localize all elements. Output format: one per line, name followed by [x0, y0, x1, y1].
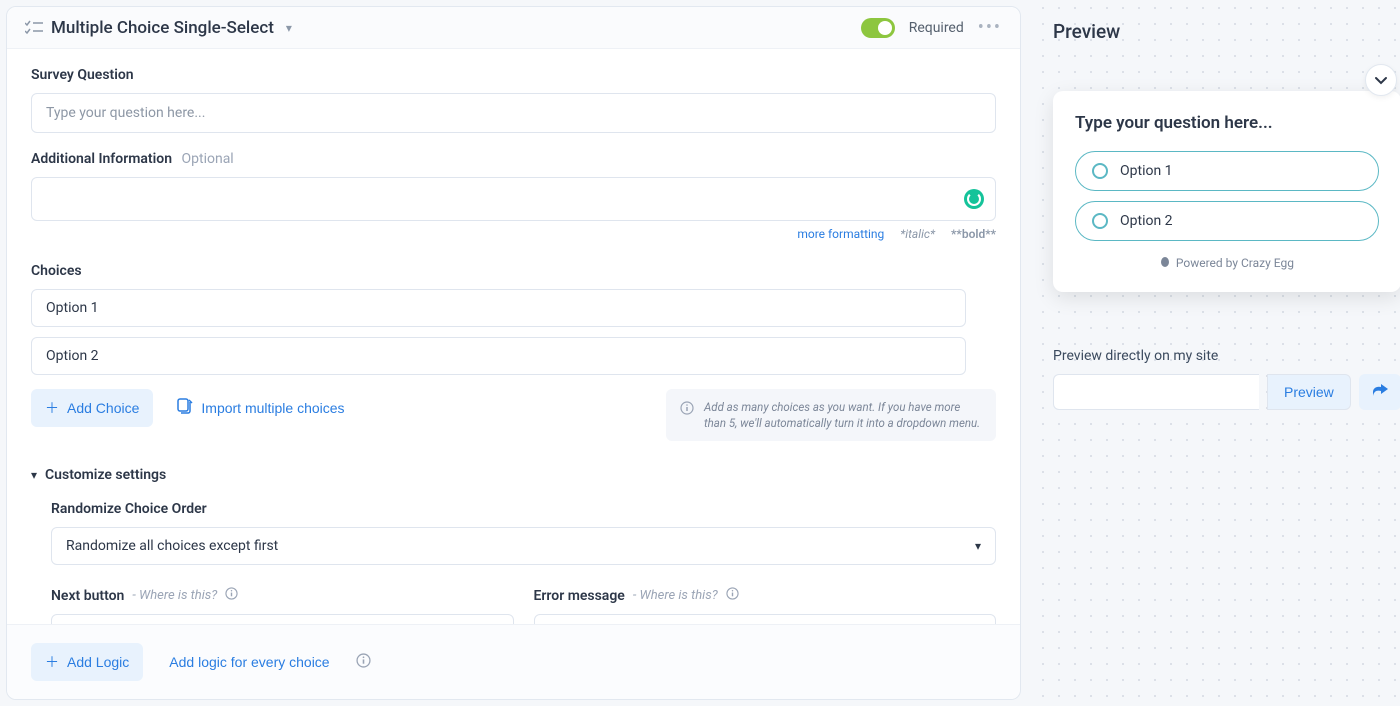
more-formatting-link[interactable]: more formatting — [797, 227, 884, 241]
question-type-title: Multiple Choice Single-Select — [51, 18, 274, 38]
required-label: Required — [909, 20, 964, 36]
share-button[interactable] — [1359, 374, 1400, 410]
site-preview-label: Preview directly on my site — [1053, 348, 1400, 364]
chevron-down-icon: ▾ — [975, 539, 981, 553]
choices-hint-box: Add as many choices as you want. If you … — [666, 389, 996, 441]
preview-option[interactable]: Option 2 — [1075, 201, 1379, 241]
italic-hint: *italic* — [900, 227, 935, 241]
randomize-value: Randomize all choices except first — [66, 538, 278, 554]
info-icon[interactable] — [726, 587, 739, 604]
radio-icon — [1092, 163, 1108, 179]
preview-on-site-button[interactable]: Preview — [1267, 374, 1351, 410]
preview-card: Type your question here... Option 1 Opti… — [1053, 91, 1400, 292]
collapse-preview-button[interactable] — [1365, 64, 1397, 96]
survey-question-input[interactable] — [31, 93, 996, 133]
customize-settings-toggle[interactable]: ▾ Customize settings — [31, 467, 996, 483]
error-message-input[interactable] — [534, 614, 997, 624]
where-is-this-hint: - Where is this? — [132, 588, 217, 603]
import-icon — [177, 398, 193, 417]
editor-panel: Multiple Choice Single-Select ▾ Required… — [6, 6, 1021, 700]
chevron-down-icon — [1374, 73, 1388, 87]
choices-label: Choices — [31, 263, 996, 279]
preview-option[interactable]: Option 1 — [1075, 151, 1379, 191]
add-logic-every-choice-button[interactable]: Add logic for every choice — [165, 645, 333, 679]
more-options-button[interactable]: ••• — [978, 17, 1002, 38]
randomize-dropdown[interactable]: Randomize all choices except first ▾ — [51, 527, 996, 565]
preview-title: Preview — [1053, 20, 1400, 43]
formatting-hints: more formatting *italic* **bold** — [31, 227, 996, 241]
preview-option-label: Option 1 — [1120, 163, 1173, 179]
grammarly-icon — [964, 189, 984, 209]
add-choice-button[interactable]: ＋ Add Choice — [31, 389, 153, 427]
choice-input[interactable] — [31, 337, 966, 375]
chevron-down-icon: ▾ — [286, 21, 292, 35]
choices-hint-text: Add as many choices as you want. If you … — [704, 399, 982, 431]
info-icon — [680, 401, 694, 419]
powered-by: Powered by Crazy Egg — [1075, 255, 1379, 270]
site-url-input[interactable] — [1053, 374, 1259, 410]
where-is-this-hint: - Where is this? — [633, 588, 718, 603]
multiple-choice-icon — [25, 20, 43, 36]
preview-panel: Preview Type your question here... Optio… — [1035, 0, 1400, 706]
choice-input[interactable] — [31, 289, 966, 327]
editor-header: Multiple Choice Single-Select ▾ Required… — [7, 7, 1020, 49]
info-icon[interactable] — [225, 587, 238, 604]
add-logic-button[interactable]: ＋ Add Logic — [31, 643, 143, 681]
plus-icon: ＋ — [45, 398, 59, 418]
preview-question-text: Type your question here... — [1075, 113, 1379, 133]
optional-hint: Optional — [182, 151, 234, 167]
caret-down-icon: ▾ — [31, 468, 37, 482]
additional-info-input[interactable] — [31, 177, 996, 221]
error-message-label: Error message — [534, 588, 625, 604]
info-icon[interactable] — [356, 653, 371, 672]
import-choices-button[interactable]: Import multiple choices — [173, 389, 348, 426]
egg-icon — [1160, 255, 1170, 270]
radio-icon — [1092, 213, 1108, 229]
plus-icon: ＋ — [45, 652, 59, 672]
next-button-input[interactable] — [51, 614, 514, 624]
randomize-label: Randomize Choice Order — [51, 501, 996, 517]
question-type-selector[interactable]: Multiple Choice Single-Select ▾ — [25, 18, 292, 38]
share-icon — [1371, 384, 1389, 400]
bold-hint: **bold** — [951, 227, 996, 241]
required-toggle[interactable] — [861, 18, 895, 38]
editor-body: Survey Question Additional Information O… — [7, 49, 1020, 624]
editor-footer: ＋ Add Logic Add logic for every choice — [7, 624, 1020, 699]
additional-info-label: Additional Information Optional — [31, 151, 996, 167]
next-button-label: Next button — [51, 588, 124, 604]
survey-question-label: Survey Question — [31, 67, 996, 83]
preview-option-label: Option 2 — [1120, 213, 1173, 229]
